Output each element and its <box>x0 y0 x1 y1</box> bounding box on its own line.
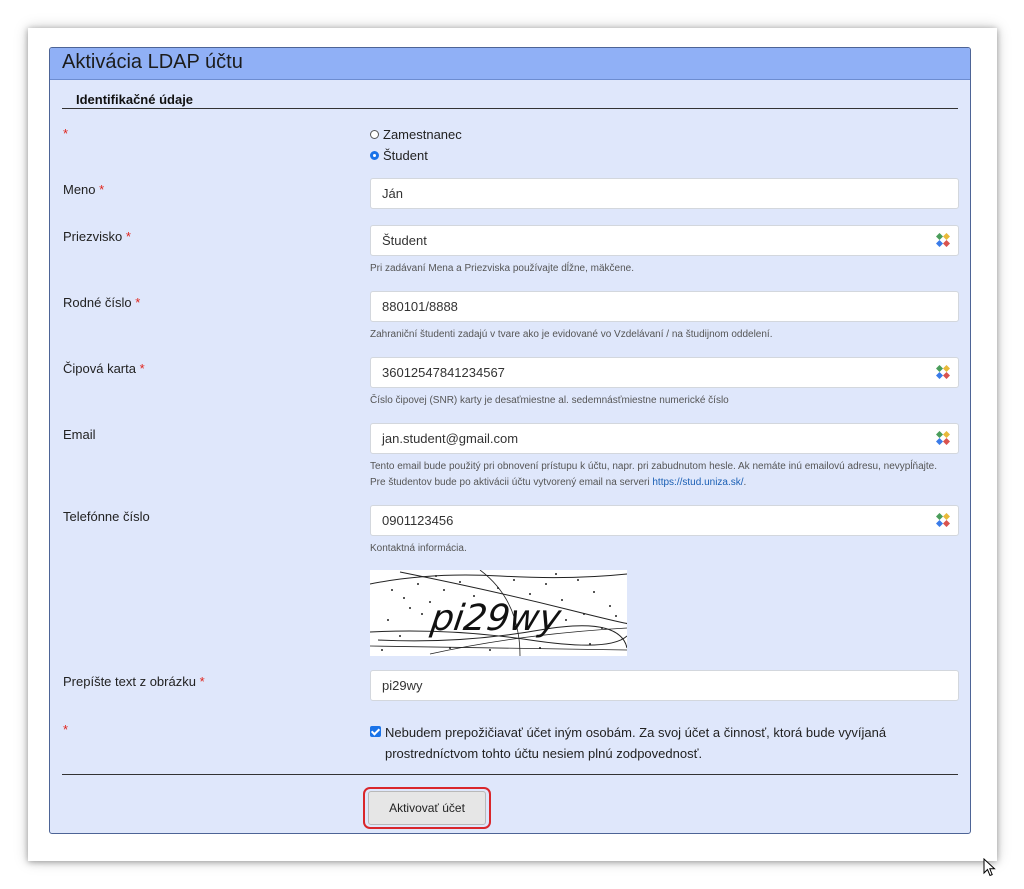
priezvisko-help: Pri zadávaní Mena a Priezviska používajt… <box>370 263 635 274</box>
required-mark: * <box>99 182 105 197</box>
agreement-checkbox[interactable] <box>370 726 381 737</box>
radio-button-selected[interactable] <box>370 151 379 160</box>
required-mark: * <box>63 126 69 141</box>
section-title: Identifikačné údaje <box>76 92 194 107</box>
radio-label-zamestnanec: Zamestnanec <box>383 127 462 142</box>
page-sheet: Aktivácia LDAP účtu Identifikačné údaje … <box>28 28 997 861</box>
email-value: jan.student@gmail.com <box>382 431 519 446</box>
rodne-cislo-input[interactable]: 880101/8888 <box>370 291 959 322</box>
telefon-input[interactable]: 0901123456 <box>370 505 959 536</box>
captcha-label: Prepíšte text z obrázku * <box>63 674 205 689</box>
rodne-cislo-label-text: Rodné číslo <box>63 295 132 310</box>
priezvisko-input[interactable]: Študent <box>370 225 959 256</box>
email-input[interactable]: jan.student@gmail.com <box>370 423 959 454</box>
panel-header: Aktivácia LDAP účtu <box>50 48 970 80</box>
priezvisko-value: Študent <box>382 233 427 248</box>
cipova-karta-label: Čipová karta * <box>63 361 145 376</box>
meno-label-text: Meno <box>63 182 96 197</box>
activate-account-button[interactable]: Aktivovať účet <box>368 791 486 825</box>
radio-button[interactable] <box>370 130 379 139</box>
captcha-input-value: pi29wy <box>382 678 423 693</box>
telefon-help: Kontaktná informácia. <box>370 543 467 554</box>
required-mark: * <box>125 229 131 244</box>
captcha-image: pi29wy <box>370 570 627 656</box>
cipova-karta-label-text: Čipová karta <box>63 361 136 376</box>
telefon-value: 0901123456 <box>382 513 454 528</box>
agreement-label: * <box>63 722 68 737</box>
agreement-text: Nebudem prepožičiavať účet iným osobám. … <box>385 725 887 761</box>
priezvisko-label-text: Priezvisko <box>63 229 123 244</box>
captcha-text: pi29wy <box>427 596 564 639</box>
captcha-label-text: Prepíšte text z obrázku <box>63 674 196 689</box>
rodne-cislo-help: Zahraniční študenti zadajú v tvare ako j… <box>370 329 773 340</box>
email-help-end: . <box>743 477 747 488</box>
activation-form-panel: Aktivácia LDAP účtu Identifikačné údaje … <box>49 47 971 834</box>
section-divider <box>62 108 958 109</box>
password-manager-icon[interactable] <box>936 233 950 247</box>
priezvisko-label: Priezvisko * <box>63 229 131 244</box>
required-mark: * <box>63 722 69 737</box>
bottom-divider <box>62 774 958 775</box>
meno-value: Ján <box>382 186 403 201</box>
radio-label-student: Študent <box>383 148 428 163</box>
meno-input[interactable]: Ján <box>370 178 959 209</box>
mouse-cursor-icon <box>983 858 996 877</box>
telefon-label: Telefónne číslo <box>63 509 150 524</box>
cipova-karta-help: Číslo čipovej (SNR) karty je desaťmiestn… <box>370 395 729 406</box>
telefon-label-text: Telefónne číslo <box>63 509 150 524</box>
meno-label: Meno * <box>63 182 104 197</box>
radio-zamestnanec[interactable]: Zamestnanec <box>370 127 462 142</box>
captcha-noise: pi29wy <box>370 570 627 656</box>
password-manager-icon[interactable] <box>936 431 950 445</box>
required-mark: * <box>139 361 145 376</box>
captcha-input[interactable]: pi29wy <box>370 670 959 701</box>
required-mark: * <box>135 295 141 310</box>
password-manager-icon[interactable] <box>936 513 950 527</box>
radio-student[interactable]: Študent <box>370 148 428 163</box>
email-label: Email <box>63 427 96 442</box>
account-type-label: * <box>63 126 68 141</box>
panel-title: Aktivácia LDAP účtu <box>62 51 243 73</box>
stud-uniza-link[interactable]: https://stud.uniza.sk/ <box>652 477 743 488</box>
password-manager-icon[interactable] <box>936 365 950 379</box>
cipova-karta-input[interactable]: 36012547841234567 <box>370 357 959 388</box>
required-mark: * <box>199 674 205 689</box>
rodne-cislo-label: Rodné číslo * <box>63 295 140 310</box>
email-help: Tento email bude použitý pri obnovení pr… <box>370 459 950 491</box>
rodne-cislo-value: 880101/8888 <box>382 299 458 314</box>
cipova-karta-value: 36012547841234567 <box>382 365 505 380</box>
email-label-text: Email <box>63 427 96 442</box>
